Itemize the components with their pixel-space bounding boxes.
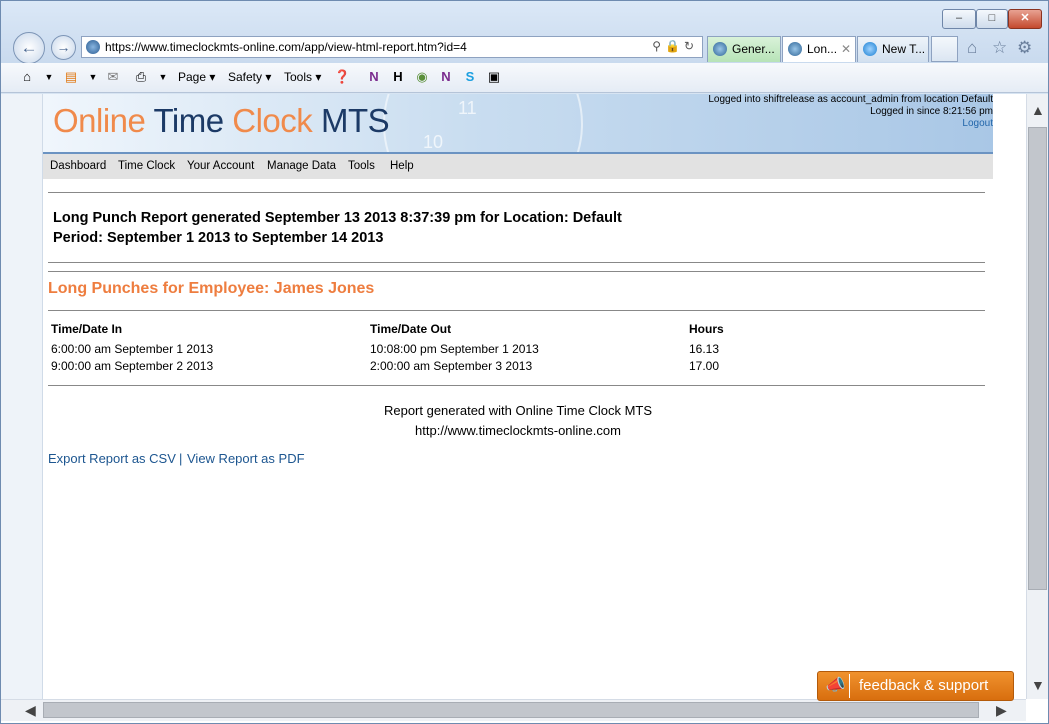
page-viewport: 11 10 Online Time Clock MTS Logged into … bbox=[1, 94, 1048, 723]
arrow-left-icon: ← bbox=[20, 38, 38, 57]
command-bar: ⌂ ▼ ▤ ▼ ✉ ⎙ ▼ Page ▾ Safety ▾ Tools ▾ ❓ … bbox=[1, 63, 1048, 93]
divider bbox=[48, 385, 985, 386]
favorites-star-icon[interactable]: ☆ bbox=[992, 38, 1007, 58]
menu-item-help[interactable]: Help bbox=[390, 160, 414, 172]
report-title: Long Punch Report generated September 13… bbox=[53, 210, 622, 246]
site-header: 11 10 Online Time Clock MTS Logged into … bbox=[43, 94, 993, 154]
scroll-down-icon[interactable]: ▼ bbox=[1031, 677, 1045, 693]
scroll-left-icon[interactable]: ◀ bbox=[25, 702, 36, 719]
mail-icon[interactable]: ✉ bbox=[105, 69, 121, 85]
login-since: Logged in since 8:21:56 pm bbox=[870, 106, 993, 117]
column-header-time-in: Time/Date In bbox=[51, 322, 123, 336]
login-status: Logged into shiftrelease as account_admi… bbox=[708, 94, 993, 105]
dropdown-arrow-icon[interactable]: ▼ bbox=[41, 69, 57, 85]
home-icon[interactable]: ⌂ bbox=[19, 69, 35, 85]
menu-item-tools[interactable]: Tools bbox=[348, 160, 375, 172]
help-icon[interactable]: ❓ bbox=[334, 69, 350, 85]
tab-label: Gener... bbox=[732, 42, 775, 56]
feedback-support-button[interactable]: 📣 feedback & support bbox=[817, 671, 1014, 701]
browser-window: – □ ✕ ← → https://www.timeclockmts-onlin… bbox=[0, 0, 1049, 724]
new-tab-button[interactable] bbox=[931, 36, 958, 62]
dropdown-arrow-icon[interactable]: ▼ bbox=[155, 69, 171, 85]
cell-time-in: 6:00:00 am September 1 2013 bbox=[51, 342, 214, 356]
horizontal-scroll-thumb[interactable] bbox=[43, 702, 979, 718]
forward-button[interactable]: → bbox=[51, 35, 76, 60]
tab-favicon-icon bbox=[788, 42, 802, 56]
clock-numeral: 11 bbox=[458, 98, 477, 118]
menu-item-dashboard[interactable]: Dashboard bbox=[50, 160, 106, 172]
dropdown-arrow-icon[interactable]: ▼ bbox=[85, 69, 101, 85]
site-logo[interactable]: Online Time Clock MTS bbox=[53, 102, 390, 140]
evernote-icon[interactable]: ▣ bbox=[486, 69, 502, 85]
ie-logo-icon bbox=[863, 42, 877, 56]
report-footer-text: Report generated with Online Time Clock … bbox=[383, 403, 653, 418]
onenote-linked-icon[interactable]: N bbox=[438, 69, 454, 85]
menu-item-time-clock[interactable]: Time Clock bbox=[118, 160, 175, 172]
maximize-button[interactable]: □ bbox=[976, 9, 1008, 29]
page-left-margin bbox=[1, 94, 43, 699]
login-info: Logged into shiftrelease as account_admi… bbox=[708, 94, 993, 130]
cell-time-out: 10:08:00 pm September 1 2013 bbox=[370, 342, 539, 356]
divider bbox=[48, 271, 985, 272]
page-menu[interactable]: Page ▾ bbox=[178, 70, 215, 84]
site-favicon-icon bbox=[86, 40, 100, 54]
print-icon[interactable]: ⎙ bbox=[133, 69, 149, 85]
column-header-time-out: Time/Date Out bbox=[370, 322, 452, 336]
tab-label: Lon... bbox=[807, 42, 838, 56]
report-content: Long Punch Report generated September 13… bbox=[43, 179, 993, 699]
column-header-hours: Hours bbox=[689, 322, 724, 336]
tab-long-punch-report[interactable]: Lon... ✕ bbox=[782, 36, 856, 62]
address-url[interactable]: https://www.timeclockmts-online.com/app/… bbox=[105, 40, 467, 54]
tab-general[interactable]: Gener... bbox=[707, 36, 781, 62]
clock-numeral: 10 bbox=[423, 132, 444, 152]
lock-icon[interactable]: 🔒 bbox=[665, 39, 684, 53]
megaphone-icon: 📣 bbox=[822, 674, 850, 698]
scroll-up-icon[interactable]: ▲ bbox=[1031, 102, 1045, 118]
settings-gear-icon[interactable]: ⚙ bbox=[1017, 38, 1032, 58]
employee-heading: Long Punches for Employee: James Jones bbox=[48, 280, 375, 297]
view-pdf-link[interactable]: View Report as PDF bbox=[187, 451, 305, 466]
link-separator: | bbox=[179, 451, 183, 466]
address-tools: ⚲🔒↻ bbox=[652, 39, 698, 53]
clock-decoration bbox=[383, 94, 583, 152]
title-bar: – □ ✕ ← → https://www.timeclockmts-onlin… bbox=[1, 1, 1048, 64]
divider bbox=[48, 310, 985, 311]
close-window-button[interactable]: ✕ bbox=[1008, 9, 1042, 29]
export-csv-link[interactable]: Export Report as CSV bbox=[48, 451, 176, 466]
report-footer-url: http://www.timeclockmts-online.com bbox=[415, 423, 621, 438]
vertical-scrollbar[interactable]: ▲ ▼ bbox=[1026, 94, 1048, 699]
divider bbox=[48, 192, 985, 193]
cell-hours: 17.00 bbox=[689, 359, 720, 373]
horizontal-scrollbar[interactable]: ◀ ▶ bbox=[1, 699, 1026, 721]
back-button[interactable]: ← bbox=[13, 32, 45, 64]
divider bbox=[48, 262, 985, 263]
skype-icon[interactable]: S bbox=[462, 69, 478, 85]
address-bar[interactable]: https://www.timeclockmts-online.com/app/… bbox=[81, 36, 703, 58]
tab-favicon-icon bbox=[713, 42, 727, 56]
home-icon[interactable]: ⌂ bbox=[967, 38, 977, 58]
onenote-icon[interactable]: N bbox=[366, 69, 382, 85]
cell-hours: 16.13 bbox=[689, 342, 720, 356]
cell-time-in: 9:00:00 am September 2 2013 bbox=[51, 359, 214, 373]
tools-menu[interactable]: Tools ▾ bbox=[284, 70, 321, 84]
refresh-icon[interactable]: ↻ bbox=[684, 39, 698, 53]
close-tab-icon[interactable]: ✕ bbox=[841, 37, 851, 61]
scroll-right-icon[interactable]: ▶ bbox=[996, 702, 1007, 719]
tab-new-tab[interactable]: New T... bbox=[857, 36, 929, 62]
arrow-right-icon: → bbox=[56, 39, 71, 55]
eye-icon[interactable]: ◉ bbox=[414, 69, 430, 85]
main-menu: Dashboard Time Clock Your Account Manage… bbox=[43, 154, 993, 179]
feedback-label: feedback & support bbox=[859, 677, 989, 694]
vertical-scroll-thumb[interactable] bbox=[1028, 127, 1047, 590]
menu-item-manage-data[interactable]: Manage Data bbox=[267, 160, 336, 172]
h-addon-icon[interactable]: H bbox=[390, 69, 406, 85]
minimize-button[interactable]: – bbox=[942, 9, 976, 29]
safety-menu[interactable]: Safety ▾ bbox=[228, 70, 271, 84]
cell-time-out: 2:00:00 am September 3 2013 bbox=[370, 359, 533, 373]
rss-feed-icon[interactable]: ▤ bbox=[63, 69, 79, 85]
logout-link[interactable]: Logout bbox=[708, 118, 993, 130]
menu-item-your-account[interactable]: Your Account bbox=[187, 160, 254, 172]
tab-label: New T... bbox=[882, 42, 926, 56]
search-icon[interactable]: ⚲ bbox=[652, 39, 665, 53]
